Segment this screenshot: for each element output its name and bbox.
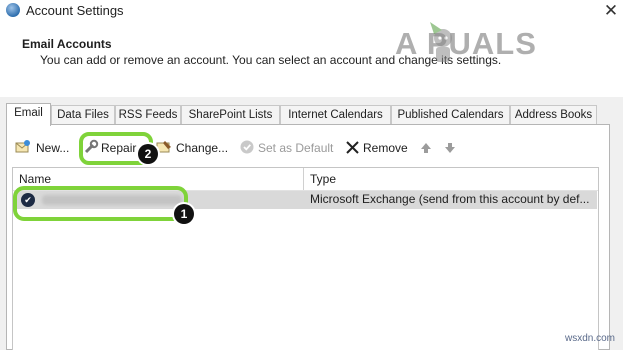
remove-label: Remove <box>363 141 408 155</box>
tab-published-calendars[interactable]: Published Calendars <box>391 105 510 124</box>
watermark-text: A PUALS <box>395 26 537 61</box>
new-account-icon <box>15 140 30 153</box>
title-bar: Account Settings ✕ <box>0 0 623 22</box>
set-default-icon <box>240 140 254 154</box>
column-separator[interactable] <box>303 168 304 190</box>
window-title: Account Settings <box>26 3 124 18</box>
step-badge-1: 1 <box>174 204 194 224</box>
step-badge-2: 2 <box>138 144 158 164</box>
tab-internet-calendars[interactable]: Internet Calendars <box>280 105 391 124</box>
move-up-icon <box>421 143 431 153</box>
close-icon[interactable]: ✕ <box>600 0 622 22</box>
set-default-label: Set as Default <box>258 141 334 155</box>
tab-address-books[interactable]: Address Books <box>510 105 597 124</box>
tab-sharepoint-lists[interactable]: SharePoint Lists <box>181 105 280 124</box>
change-icon <box>156 141 171 153</box>
move-down-icon <box>445 143 455 153</box>
remove-icon <box>346 141 359 154</box>
site-watermark: wsxdn.com <box>565 333 616 344</box>
tab-data-files[interactable]: Data Files <box>51 105 115 124</box>
tab-email[interactable]: Email <box>6 103 51 126</box>
tab-rss-feeds[interactable]: RSS Feeds <box>115 105 181 124</box>
highlight-account-row <box>13 186 188 221</box>
watermark-mascot-icon <box>430 22 452 62</box>
appuals-watermark: A PUALS <box>395 22 595 68</box>
change-label: Change... <box>176 141 229 155</box>
header-title: Email Accounts <box>22 37 112 51</box>
outlook-globe-icon <box>6 3 20 17</box>
account-type: Microsoft Exchange (send from this accou… <box>310 192 590 206</box>
new-label: New... <box>36 141 70 155</box>
column-header-type[interactable]: Type <box>310 168 336 190</box>
